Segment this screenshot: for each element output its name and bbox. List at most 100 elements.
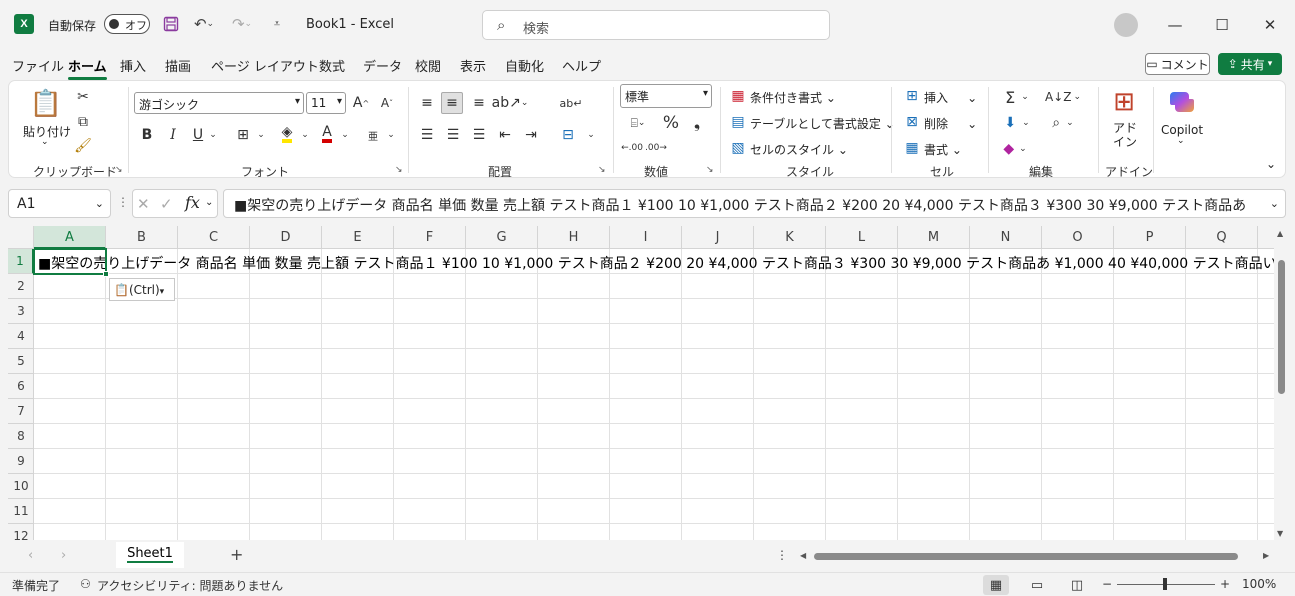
page-layout-view-icon[interactable]: ▭ <box>1024 575 1050 595</box>
cell-styles-button[interactable]: セルのスタイル ⌄ <box>750 141 848 158</box>
more-options-icon[interactable]: ⋮ <box>117 195 129 209</box>
row-header-9[interactable]: 9 <box>8 449 34 474</box>
scroll-left-icon[interactable]: ◀ <box>800 551 806 560</box>
row-header-4[interactable]: 4 <box>8 324 34 349</box>
selected-cell-a1[interactable] <box>33 248 109 277</box>
font-size-select[interactable]: 11 ▾ <box>306 92 346 114</box>
delete-cells-button[interactable]: 削除 ⌄ <box>924 115 977 132</box>
align-middle-icon[interactable]: ≡ <box>441 92 463 114</box>
accessibility-icon[interactable]: ⚇ <box>80 577 91 591</box>
select-all-corner[interactable] <box>8 226 34 249</box>
scroll-up-icon[interactable]: ▲ <box>1277 229 1283 238</box>
autosum-icon[interactable]: Σ ⌄ <box>999 87 1035 107</box>
comment-button[interactable]: ▭ コメント <box>1145 53 1210 75</box>
add-sheet-icon[interactable]: + <box>230 545 243 564</box>
maximize-icon[interactable]: ☐ <box>1207 12 1237 38</box>
chevron-down-icon[interactable]: ⌄ <box>585 124 597 146</box>
wrap-text-icon[interactable]: ab↵ <box>560 92 583 114</box>
column-header-i[interactable]: I <box>610 226 682 249</box>
insert-cells-button[interactable]: 挿入 ⌄ <box>924 89 977 106</box>
row-header-1[interactable]: 1 <box>8 249 34 274</box>
font-name-select[interactable]: 游ゴシック ▾ <box>134 92 304 114</box>
row-header-5[interactable]: 5 <box>8 349 34 374</box>
phonetic-icon[interactable]: 亜 <box>363 125 383 145</box>
row-header-11[interactable]: 11 <box>8 499 34 524</box>
scroll-right-icon[interactable]: ▶ <box>1263 551 1269 560</box>
worksheet-grid[interactable]: ABCDEFGHIJKLMNOPQ 1 2 3 4 5 6 7 8 9 10 11 12 ■架空の売り… <box>8 226 1274 540</box>
column-header-b[interactable]: B <box>106 226 178 249</box>
tab-home[interactable]: ホーム <box>68 56 107 80</box>
collapse-ribbon-icon[interactable]: ⌄ <box>1266 157 1276 171</box>
cell-styles-icon[interactable]: ▧ <box>729 139 747 157</box>
tab-formulas[interactable]: 数式 <box>319 56 345 75</box>
decrease-indent-icon[interactable]: ⇤ <box>495 124 515 146</box>
zoom-out-icon[interactable]: − <box>1102 577 1112 591</box>
tab-insert[interactable]: 挿入 <box>120 56 146 75</box>
column-header-e[interactable]: E <box>322 226 394 249</box>
fill-color-icon[interactable]: ◈ <box>277 123 297 145</box>
insert-cells-icon[interactable]: ⊞ <box>903 87 921 105</box>
column-header-o[interactable]: O <box>1042 226 1114 249</box>
copilot-label[interactable]: Copilot <box>1161 123 1203 137</box>
addins-label[interactable]: アド イン <box>1113 121 1137 149</box>
copilot-icon[interactable] <box>1167 87 1197 117</box>
share-button[interactable]: ⇪ 共有 ▾ <box>1218 53 1282 75</box>
align-center-icon[interactable]: ☰ <box>443 124 463 146</box>
decrease-decimal-icon[interactable]: .00→ <box>645 138 667 158</box>
font-launcher-icon[interactable]: ↘ <box>395 165 403 175</box>
fill-handle[interactable] <box>103 271 109 277</box>
scroll-down-icon[interactable]: ▼ <box>1277 529 1283 538</box>
clear-icon[interactable]: ◆ ⌄ <box>999 139 1031 159</box>
column-header-q[interactable]: Q <box>1186 226 1258 249</box>
merge-center-icon[interactable]: ⊟ <box>557 124 579 146</box>
column-header-a[interactable]: A <box>34 226 106 249</box>
row-header-3[interactable]: 3 <box>8 299 34 324</box>
decrease-font-icon[interactable]: Aˇ <box>377 92 397 114</box>
chevron-down-icon[interactable]: ⌄ <box>205 197 213 208</box>
underline-button[interactable]: U <box>190 125 206 145</box>
tab-view[interactable]: 表示 <box>460 56 486 75</box>
column-header-h[interactable]: H <box>538 226 610 249</box>
comma-style-icon[interactable]: ❟ <box>687 112 707 134</box>
row-header-10[interactable]: 10 <box>8 474 34 499</box>
chevron-down-icon[interactable]: ⌄ <box>299 125 311 145</box>
orientation-icon[interactable]: ab↗ ⌄ <box>492 92 529 114</box>
row-header-2[interactable]: 2 <box>8 274 34 299</box>
expand-formula-icon[interactable]: ⌄ <box>1269 197 1279 210</box>
insert-function-icon[interactable]: fx <box>185 193 200 212</box>
font-color-icon[interactable]: A <box>317 123 337 145</box>
vertical-scroll-thumb[interactable] <box>1278 260 1285 394</box>
page-break-view-icon[interactable]: ◫ <box>1064 575 1090 595</box>
increase-decimal-icon[interactable]: ←.00 <box>621 138 643 158</box>
increase-indent-icon[interactable]: ⇥ <box>521 124 541 146</box>
format-as-table-icon[interactable]: ▤ <box>729 113 747 131</box>
chevron-down-icon[interactable]: ⌄ <box>1177 136 1185 146</box>
column-header-n[interactable]: N <box>970 226 1042 249</box>
percent-style-icon[interactable]: % <box>661 112 681 134</box>
row-header-6[interactable]: 6 <box>8 374 34 399</box>
horizontal-scrollbar[interactable]: ◀ ▶ <box>798 548 1275 564</box>
sheet-tab-sheet1[interactable]: Sheet1 <box>116 542 184 568</box>
column-header-m[interactable]: M <box>898 226 970 249</box>
format-painter-icon[interactable]: 🖌 <box>73 136 93 156</box>
conditional-formatting-icon[interactable]: ▦ <box>729 87 747 105</box>
format-cells-icon[interactable]: ▦ <box>903 139 921 157</box>
cut-icon[interactable]: ✂ <box>73 87 93 107</box>
chevron-down-icon[interactable]: ⌄ <box>207 125 219 145</box>
paste-chevron-icon[interactable]: ⌄ <box>41 137 49 147</box>
italic-button[interactable]: I <box>165 125 181 145</box>
row-header-12[interactable]: 12 <box>8 524 34 540</box>
paste-icon[interactable]: 📋 <box>29 87 63 121</box>
column-header-k[interactable]: K <box>754 226 826 249</box>
find-select-icon[interactable]: ⌕ ⌄ <box>1045 113 1081 133</box>
next-sheet-icon[interactable]: › <box>61 548 66 563</box>
normal-view-icon[interactable]: ▦ <box>983 575 1009 595</box>
number-launcher-icon[interactable]: ↘ <box>706 165 714 175</box>
more-options-icon[interactable]: ⋮ <box>776 548 788 562</box>
row-header-7[interactable]: 7 <box>8 399 34 424</box>
column-header-g[interactable]: G <box>466 226 538 249</box>
tab-draw[interactable]: 描画 <box>165 56 191 75</box>
tab-page-layout[interactable]: ページ レイアウト <box>211 56 319 75</box>
save-icon[interactable] <box>160 14 182 34</box>
alignment-launcher-icon[interactable]: ↘ <box>598 165 606 175</box>
